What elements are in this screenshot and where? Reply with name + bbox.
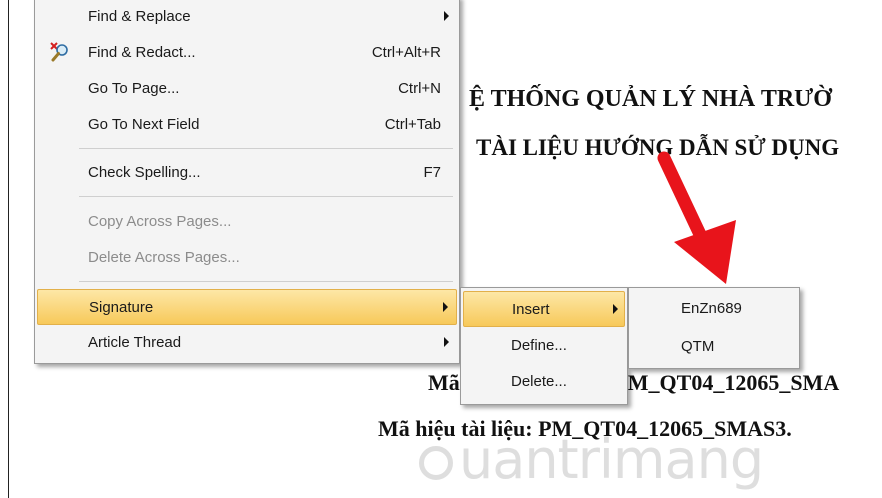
menu-item-label: Find & Redact...: [88, 43, 196, 61]
menu-item-label: Check Spelling...: [88, 163, 201, 181]
menu-item-label: Signature: [89, 298, 154, 316]
submenu-arrow-icon: [613, 304, 618, 314]
menu-item-article-thread[interactable]: Article Thread: [37, 325, 457, 359]
menu-item-label: Find & Replace: [88, 7, 191, 25]
submenu-item-label: Insert: [512, 300, 550, 318]
menu-item-shortcut: Ctrl+Alt+R: [371, 43, 441, 61]
menu-separator: [79, 148, 453, 149]
context-menu: Find & Replace Find & Redact... Ctrl+Alt…: [34, 0, 460, 364]
signature-submenu: Insert Define... Delete...: [460, 287, 628, 405]
menu-item-delete-across-pages: Delete Across Pages...: [37, 240, 457, 274]
menu-item-label: Copy Across Pages...: [88, 212, 232, 230]
menu-item-find-replace[interactable]: Find & Replace: [37, 0, 457, 33]
menu-separator: [79, 196, 453, 197]
submenu-item-label: Delete...: [511, 372, 567, 390]
submenu-item-signature-qtm[interactable]: QTM: [631, 329, 797, 363]
find-redact-icon: [50, 42, 68, 62]
menu-item-signature[interactable]: Signature: [37, 289, 457, 325]
menu-item-shortcut: F7: [423, 163, 441, 181]
submenu-item-define[interactable]: Define...: [463, 328, 625, 362]
submenu-item-label: EnZn689: [681, 299, 742, 317]
menu-item-go-to-next-field[interactable]: Go To Next Field Ctrl+Tab: [37, 107, 457, 141]
menu-item-copy-across-pages: Copy Across Pages...: [37, 204, 457, 238]
menu-item-shortcut: Ctrl+Tab: [384, 115, 441, 133]
document-code-line1-end: M_QT04_12065_SMA: [627, 370, 840, 395]
menu-item-find-redact[interactable]: Find & Redact... Ctrl+Alt+R: [37, 35, 457, 69]
menu-item-check-spelling[interactable]: Check Spelling... F7: [37, 155, 457, 189]
insert-submenu: EnZn689 QTM: [628, 287, 800, 369]
red-arrow-icon: [657, 151, 736, 284]
document-title-line1: Ệ THỐNG QUẢN LÝ NHÀ TRƯỜ: [469, 86, 832, 112]
menu-item-label: Go To Next Field: [88, 115, 200, 133]
watermark-logo: uantrimang: [419, 428, 764, 491]
submenu-item-delete[interactable]: Delete...: [463, 364, 625, 398]
menu-item-label: Article Thread: [88, 333, 182, 351]
menu-separator: [79, 281, 453, 282]
watermark-text: uantrimang: [459, 428, 764, 491]
menu-item-label: Delete Across Pages...: [88, 248, 240, 266]
document-code-line1-start: Mã: [428, 370, 460, 395]
submenu-item-signature-enzn689[interactable]: EnZn689: [631, 291, 797, 325]
menu-item-go-to-page[interactable]: Go To Page... Ctrl+N: [37, 71, 457, 105]
submenu-item-label: Define...: [511, 336, 567, 354]
submenu-item-label: QTM: [681, 337, 715, 355]
submenu-item-insert[interactable]: Insert: [463, 291, 625, 327]
watermark-ring-icon: [419, 446, 453, 481]
menu-item-label: Go To Page...: [88, 79, 180, 97]
submenu-arrow-icon: [444, 337, 449, 347]
menu-item-shortcut: Ctrl+N: [398, 79, 441, 97]
submenu-arrow-icon: [444, 11, 449, 21]
submenu-arrow-icon: [443, 302, 448, 312]
